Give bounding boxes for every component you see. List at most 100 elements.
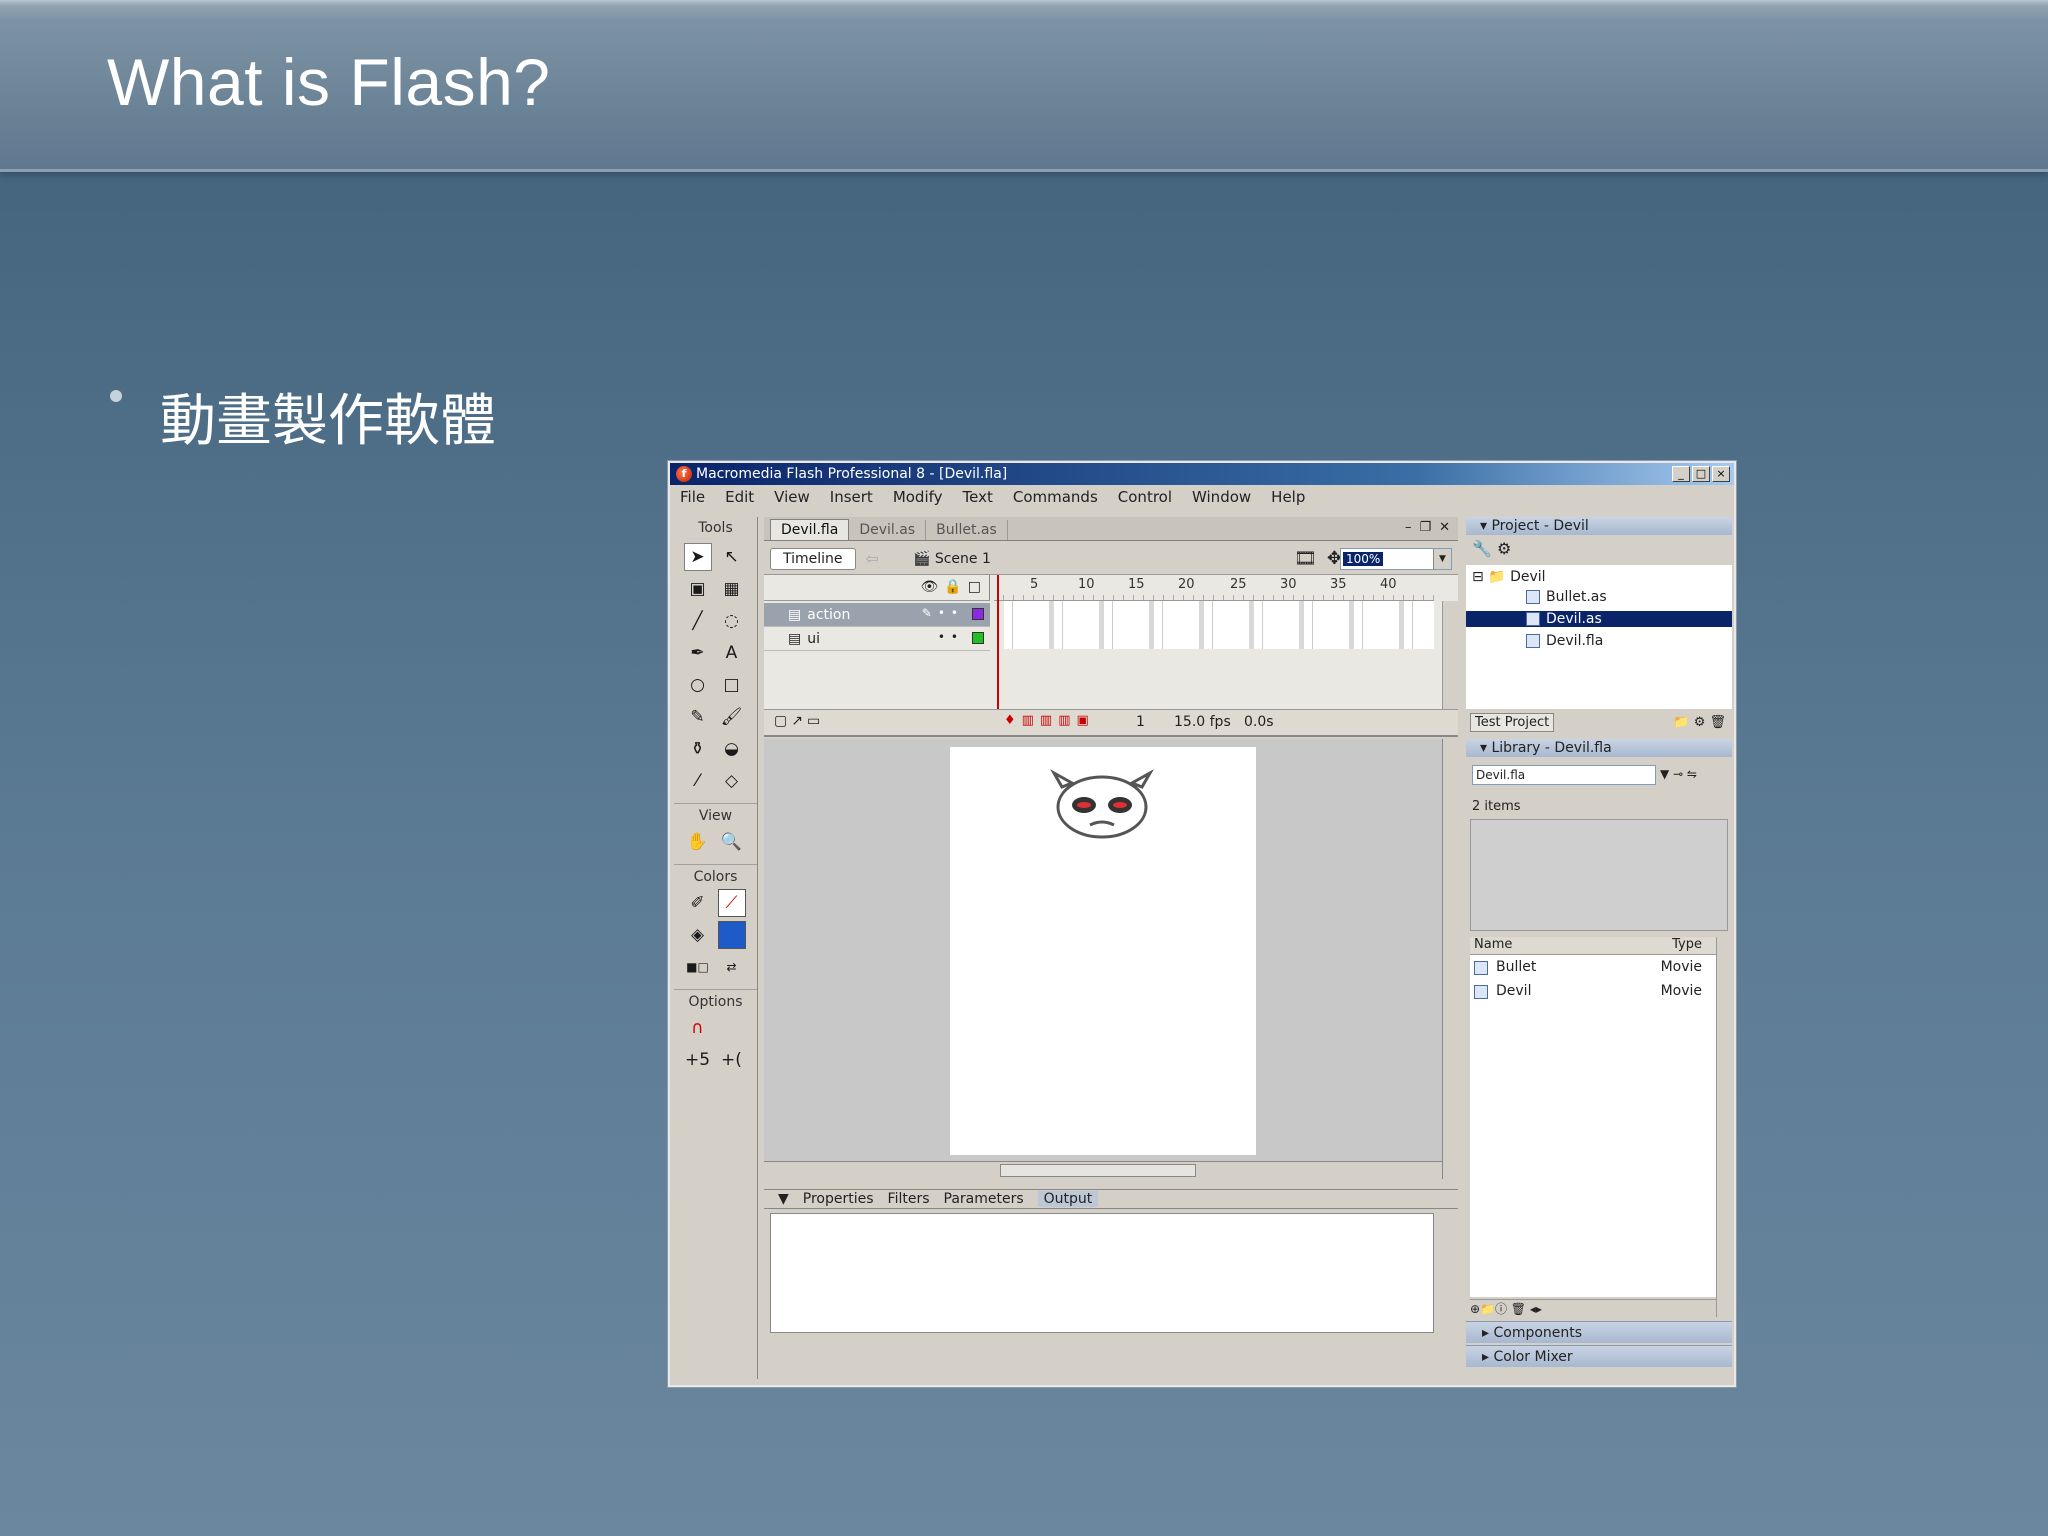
tree-item-bullet-as[interactable]: Bullet.as — [1526, 589, 1607, 605]
timeline-panel: 👁 🔒 □ 5 10 15 20 25 30 35 40 ▤ action ✎•… — [764, 575, 1458, 737]
output-area[interactable] — [770, 1213, 1434, 1333]
menu-window[interactable]: Window — [1192, 488, 1251, 506]
stage[interactable] — [950, 747, 1256, 1155]
tree-item-devil-fla[interactable]: Devil.fla — [1526, 633, 1603, 649]
slide-header: What is Flash? — [0, 0, 2048, 172]
minimize-icon[interactable]: _ — [1672, 466, 1690, 482]
default-colors-icon[interactable]: ■□ — [684, 953, 712, 981]
col-type[interactable]: Type — [1672, 937, 1702, 952]
straighten-icon[interactable]: +( — [718, 1046, 746, 1074]
menu-control[interactable]: Control — [1118, 488, 1172, 506]
zoom-select[interactable]: 100% ▼ — [1340, 548, 1452, 570]
chevron-down-icon[interactable]: ▼ — [1433, 549, 1451, 569]
project-action-icons[interactable]: 📁 ⚙ 🗑 — [1673, 715, 1726, 730]
text-tool-icon[interactable]: A — [718, 639, 746, 667]
outline-icon[interactable]: □ — [968, 579, 981, 595]
col-name[interactable]: Name — [1474, 937, 1512, 952]
eyedropper-tool-icon[interactable]: ⁄ — [684, 767, 712, 795]
library-item[interactable]: Bullet Movie — [1474, 959, 1706, 975]
layer-tools-icon[interactable]: ▢↗▭ — [774, 713, 824, 729]
project-panel-header[interactable]: ▾ Project - Devil — [1466, 517, 1732, 535]
brush-tool-icon[interactable]: 🖌 — [718, 703, 746, 731]
doc-close-icon[interactable]: ✕ — [1439, 520, 1450, 535]
library-panel-header[interactable]: ▾ Library - Devil.fla — [1466, 739, 1732, 757]
tree-item-devil-as[interactable]: Devil.as — [1466, 611, 1732, 627]
frame-cells[interactable] — [1004, 601, 1434, 649]
slide-title: What is Flash? — [107, 45, 551, 119]
stage-horizontal-scrollbar[interactable] — [764, 1161, 1442, 1179]
window-titlebar[interactable]: f Macromedia Flash Professional 8 - [Dev… — [670, 463, 1734, 485]
timeline-button[interactable]: Timeline — [770, 547, 856, 570]
maximize-icon[interactable]: □ — [1692, 466, 1710, 482]
hand-tool-icon[interactable]: ✋ — [684, 828, 712, 856]
fill-swatch-icon[interactable] — [717, 921, 746, 949]
tab-filters[interactable]: Filters — [888, 1191, 930, 1207]
menu-commands[interactable]: Commands — [1013, 488, 1098, 506]
fill-color-icon[interactable]: ◈ — [684, 921, 712, 949]
devil-character-image[interactable] — [1050, 769, 1154, 839]
layer-row-action[interactable]: ▤ action ✎•• — [764, 603, 990, 627]
frame-rate: 15.0 fps — [1174, 714, 1231, 730]
library-select[interactable]: Devil.fla — [1472, 765, 1656, 785]
smooth-icon[interactable]: +5 — [684, 1046, 712, 1074]
library-pin-icons[interactable]: ▼ ⊸ ⇋ — [1660, 767, 1697, 781]
tree-root[interactable]: ⊟ 📁 Devil — [1472, 569, 1546, 585]
stroke-swatch-icon[interactable]: ⟋ — [717, 889, 746, 917]
edit-scene-icon[interactable]: 🎞 — [1294, 548, 1317, 569]
tab-properties[interactable]: Properties — [803, 1191, 874, 1207]
doc-restore-icon[interactable]: ❐ — [1419, 520, 1431, 535]
library-footer-icons[interactable]: ⊕📁ⓘ 🗑 ◂▸ — [1470, 1299, 1716, 1317]
onion-skin-icons[interactable]: ♦▥▥▥▣ — [1004, 713, 1095, 728]
line-tool-icon[interactable]: ╱ — [684, 607, 712, 635]
rectangle-tool-icon[interactable]: □ — [718, 671, 746, 699]
zoom-tool-icon[interactable]: 🔍 — [718, 828, 746, 856]
stroke-color-icon[interactable]: ✐ — [684, 889, 712, 917]
arrow-tool-icon[interactable]: ➤ — [683, 543, 712, 571]
back-arrow-icon[interactable]: ⇦ — [866, 549, 879, 568]
library-scrollbar[interactable] — [1716, 937, 1732, 1317]
tab-parameters[interactable]: Parameters — [944, 1191, 1024, 1207]
oval-tool-icon[interactable]: ○ — [684, 671, 712, 699]
library-item[interactable]: Devil Movie — [1474, 983, 1706, 999]
pencil-tool-icon[interactable]: ✎ — [684, 703, 712, 731]
layer-row-ui[interactable]: ▤ ui •• — [764, 627, 990, 651]
playhead[interactable] — [997, 575, 999, 715]
layer-icon: ▤ — [788, 630, 802, 647]
tab-devil-fla[interactable]: Devil.fla — [770, 519, 850, 540]
doc-minimize-icon[interactable]: – — [1405, 520, 1412, 535]
menu-view[interactable]: View — [774, 488, 810, 506]
test-project-button[interactable]: Test Project — [1470, 713, 1555, 732]
tab-bullet-as[interactable]: Bullet.as — [926, 520, 1008, 540]
eraser-tool-icon[interactable]: ◇ — [718, 767, 746, 795]
snap-magnet-icon[interactable]: ∩ — [684, 1014, 712, 1042]
menu-modify[interactable]: Modify — [893, 488, 943, 506]
menu-insert[interactable]: Insert — [830, 488, 873, 506]
swap-colors-icon[interactable]: ⇄ — [718, 953, 746, 981]
ink-bottle-tool-icon[interactable]: ⚱ — [684, 735, 712, 763]
pen-tool-icon[interactable]: ✒ — [684, 639, 712, 667]
subselect-tool-icon[interactable]: ↖ — [718, 543, 746, 571]
frame-ruler[interactable]: 5 10 15 20 25 30 35 40 — [994, 575, 1434, 601]
collapse-arrow-icon[interactable]: ▼ — [778, 1191, 789, 1207]
color-mixer-panel-header[interactable]: ▸ Color Mixer — [1466, 1345, 1732, 1367]
menu-file[interactable]: File — [680, 488, 705, 506]
menu-help[interactable]: Help — [1271, 488, 1305, 506]
lock-icon[interactable]: 🔒 — [944, 579, 961, 595]
tab-output[interactable]: Output — [1037, 1191, 1099, 1207]
project-toolbar-icons[interactable]: 🔧 ⚙ — [1472, 539, 1511, 558]
components-panel-header[interactable]: ▸ Components — [1466, 1321, 1732, 1343]
eye-icon[interactable]: 👁 — [921, 579, 939, 595]
menu-edit[interactable]: Edit — [725, 488, 754, 506]
timeline-scrollbar[interactable] — [1442, 601, 1458, 711]
fill-transform-tool-icon[interactable]: ▦ — [718, 575, 746, 603]
close-icon[interactable]: × — [1712, 466, 1730, 482]
stage-area[interactable] — [764, 739, 1442, 1161]
tab-devil-as[interactable]: Devil.as — [849, 520, 927, 540]
stage-vertical-scrollbar[interactable] — [1442, 739, 1458, 1179]
scroll-thumb[interactable] — [1000, 1164, 1196, 1177]
ruler-label: 40 — [1380, 577, 1397, 592]
paint-bucket-tool-icon[interactable]: ◒ — [718, 735, 746, 763]
menu-text[interactable]: Text — [963, 488, 993, 506]
lasso-tool-icon[interactable]: ◌ — [718, 607, 746, 635]
free-transform-tool-icon[interactable]: ▣ — [684, 575, 712, 603]
